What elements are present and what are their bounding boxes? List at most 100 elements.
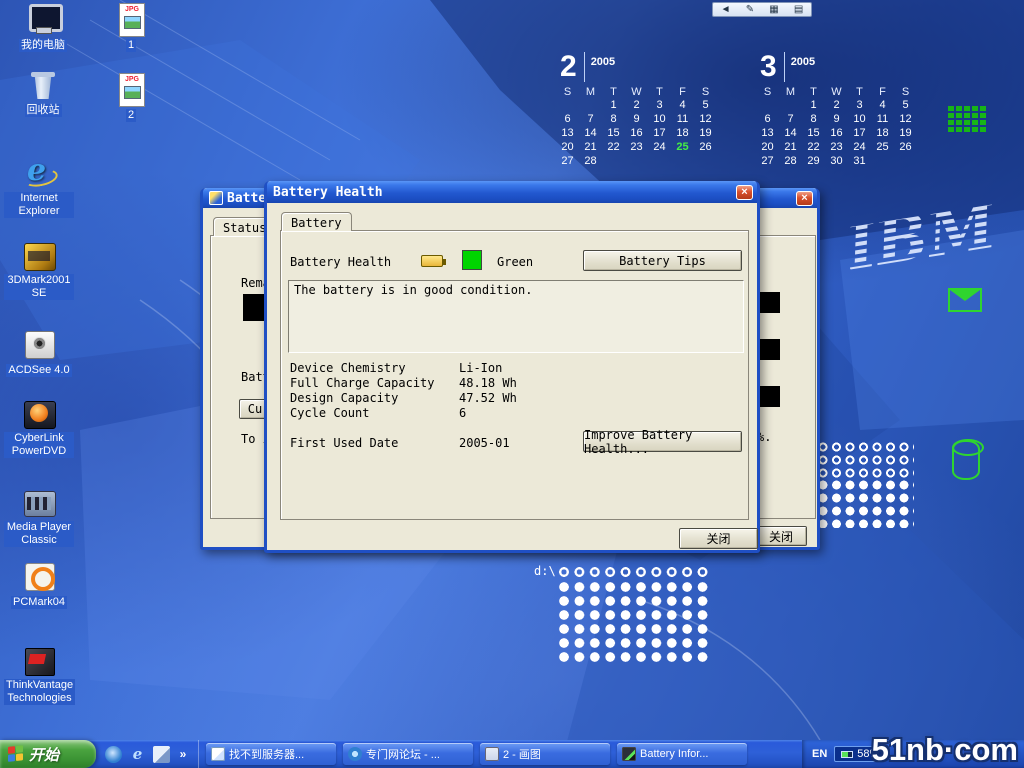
calendar-day: 26 xyxy=(694,140,717,154)
taskbar-task-3[interactable]: Battery Infor... xyxy=(617,743,747,765)
calendar-day: 22 xyxy=(602,140,625,154)
calendar-day: 16 xyxy=(625,126,648,140)
battery-health-titlebar[interactable]: Battery Health × xyxy=(267,181,757,203)
calendar-day: 10 xyxy=(848,112,871,126)
status-box xyxy=(759,386,780,407)
taskbar-task-1[interactable]: 专门网论坛 - ... xyxy=(343,743,473,765)
watermark: 51nb·com xyxy=(872,732,1018,768)
desktop-icon-powerdvd[interactable]: CyberLink PowerDVD xyxy=(4,398,74,459)
calendar-day: 8 xyxy=(802,112,825,126)
task-icon xyxy=(348,747,362,761)
desktop-file-jpg-2[interactable]: 2 xyxy=(96,73,166,123)
calendar-day: 3 xyxy=(648,98,671,112)
quicklaunch-media-icon[interactable] xyxy=(105,746,122,763)
dot-pattern xyxy=(556,565,710,580)
task-label: 找不到服务器... xyxy=(229,746,304,762)
calendar-day: 24 xyxy=(848,140,871,154)
calendar-day xyxy=(648,154,671,168)
calendar-day: 2 xyxy=(625,98,648,112)
calendar-day: 14 xyxy=(579,126,602,140)
calendar-day: 14 xyxy=(779,126,802,140)
volume-icon[interactable]: ◄ xyxy=(721,3,731,16)
calendar-weekday: M xyxy=(579,85,602,98)
close-icon[interactable]: × xyxy=(796,191,813,206)
desktop-icon-ie[interactable]: Internet Explorer xyxy=(4,158,74,219)
desktop-icon-pcmark[interactable]: PCMark04 xyxy=(4,560,74,610)
calendar-day: 7 xyxy=(779,112,802,126)
battery-health-dialog: Battery Health × Battery Battery Health … xyxy=(264,181,760,553)
recycle-bin-icon xyxy=(25,68,61,100)
acdsee-icon xyxy=(21,328,57,360)
calendar-weekday: S xyxy=(694,85,717,98)
desktop-icon-acdsee[interactable]: ACDSee 4.0 xyxy=(4,328,74,378)
task-buttons: 找不到服务器... 专门网论坛 - ... 2 - 画图 Battery Infor.… xyxy=(199,740,747,768)
quicklaunch-show-desktop-icon[interactable] xyxy=(153,746,170,763)
calendar-day: 17 xyxy=(848,126,871,140)
calendar-day: 19 xyxy=(694,126,717,140)
close-window-button[interactable]: 关闭 xyxy=(755,526,807,546)
desktop-icon-mpc[interactable]: Media Player Classic xyxy=(4,487,74,548)
calendar-weekday: S xyxy=(756,85,779,98)
pcmark-icon xyxy=(21,560,57,592)
desktop-icon-label: Internet Explorer xyxy=(4,192,74,218)
calendar-month-number: 3 xyxy=(760,52,785,82)
quicklaunch-ie-icon[interactable]: e xyxy=(129,746,146,763)
battery-fields: Device ChemistryLi-IonFull Charge Capaci… xyxy=(290,361,517,421)
desktop-icon-3dmark[interactable]: 3DMark2001 SE xyxy=(4,240,74,301)
calendar-day xyxy=(602,154,625,168)
calendar-month-number: 2 xyxy=(560,52,585,82)
condition-textbox: The battery is in good condition. xyxy=(288,280,744,353)
calendar-day xyxy=(579,98,602,112)
dot-pattern xyxy=(816,478,914,528)
calendar-day: 6 xyxy=(556,112,579,126)
desktop-icon-label: ThinkVantage Technologies xyxy=(4,679,75,705)
windows-logo-icon xyxy=(8,745,24,763)
quicklaunch-overflow-chevron[interactable]: » xyxy=(177,746,189,763)
calendar-weekday: S xyxy=(556,85,579,98)
dot-pattern xyxy=(556,580,710,666)
desktop-icon-recycle-bin[interactable]: 回收站 xyxy=(8,68,78,118)
close-icon[interactable]: × xyxy=(736,185,753,200)
my-computer-icon xyxy=(25,3,61,35)
taskbar-task-2[interactable]: 2 - 画图 xyxy=(480,743,610,765)
calendar-year: 2005 xyxy=(591,52,615,68)
tab-battery[interactable]: Battery xyxy=(281,212,352,231)
battery-health-body: Battery Battery Health Green Battery Tip… xyxy=(267,203,757,550)
calendar-weekday: T xyxy=(602,85,625,98)
calendar-day xyxy=(871,154,894,168)
calendar-day: 18 xyxy=(671,126,694,140)
pen-icon[interactable]: ✎ xyxy=(746,3,754,16)
calendar-day: 2 xyxy=(825,98,848,112)
notes-icon[interactable]: ▤ xyxy=(794,3,803,16)
desktop-file-jpg-1[interactable]: 1 xyxy=(96,3,166,53)
tray-battery-icon xyxy=(841,751,853,758)
calendar-day: 13 xyxy=(756,126,779,140)
calendar-day: 25 xyxy=(671,140,694,154)
calendar-day: 8 xyxy=(602,112,625,126)
field-label: First Used Date xyxy=(290,436,459,450)
calendar-weekday: S xyxy=(894,85,917,98)
language-indicator[interactable]: EN xyxy=(812,748,827,760)
grid-icon[interactable]: ▦ xyxy=(769,3,778,16)
battery-tips-button[interactable]: Battery Tips xyxy=(583,250,742,271)
calendar-weekday: T xyxy=(648,85,671,98)
calendar-day: 15 xyxy=(802,126,825,140)
task-icon xyxy=(622,747,636,761)
battery-window-icon xyxy=(209,191,223,205)
calendar-day: 21 xyxy=(779,140,802,154)
taskbar-task-0[interactable]: 找不到服务器... xyxy=(206,743,336,765)
field-value: 47.52 Wh xyxy=(459,391,517,406)
improve-battery-health-button[interactable]: Improve Battery Health... xyxy=(583,431,742,452)
field-value: 6 xyxy=(459,406,466,421)
desktop-icon-my-computer[interactable]: 我的电脑 xyxy=(8,3,78,53)
calendar-day: 11 xyxy=(671,112,694,126)
desktop-icon-thinkvantage[interactable]: ThinkVantage Technologies xyxy=(4,645,74,706)
battery-field-row: Device ChemistryLi-Ion xyxy=(290,361,517,376)
calendar-day: 7 xyxy=(579,112,602,126)
health-status-indicator xyxy=(462,250,482,270)
start-button[interactable]: 开始 xyxy=(0,740,96,768)
dialog-title: Battery Health xyxy=(273,185,736,200)
close-dialog-button[interactable]: 关闭 xyxy=(679,528,758,549)
jpg-file-icon xyxy=(113,3,149,35)
calendar-day xyxy=(894,154,917,168)
